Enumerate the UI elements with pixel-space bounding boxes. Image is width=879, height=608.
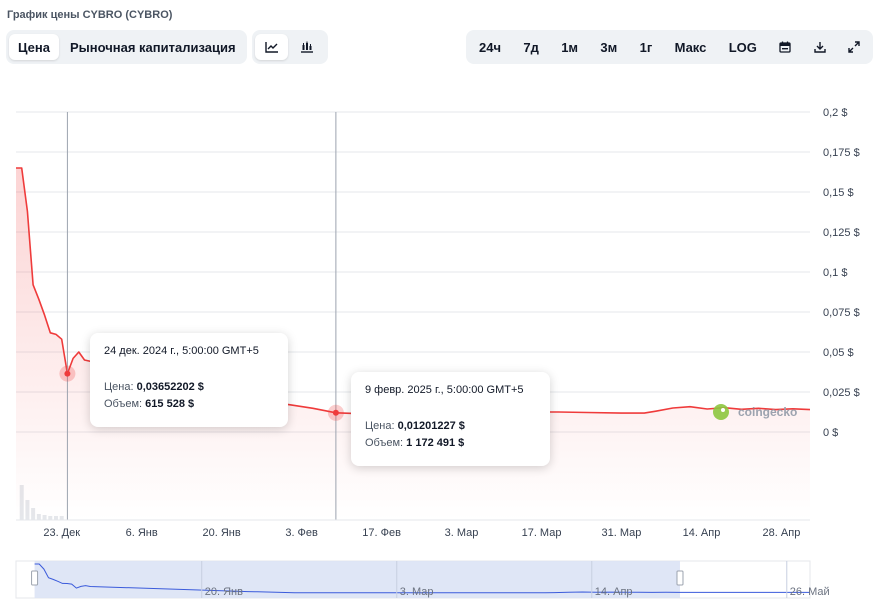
x-tick-label: 28. Апр — [763, 527, 801, 539]
price-tooltip: 9 февр. 2025 г., 5:00:00 GMT+5 Цена: 0,0… — [351, 372, 550, 466]
x-tick-label: 6. Янв — [126, 527, 158, 539]
hover-marker-dot — [332, 409, 339, 416]
navigator-label: 26. Май — [790, 586, 830, 598]
navigator-label: 3. Мар — [400, 586, 434, 598]
tooltip-date: 24 дек. 2024 г., 5:00:00 GMT+5 — [104, 345, 259, 357]
x-tick-label: 20. Янв — [203, 527, 241, 539]
navigator-handle[interactable] — [676, 570, 684, 586]
tooltip-price-value: 0,03652202 $ — [136, 381, 204, 393]
tooltip-date: 9 февр. 2025 г., 5:00:00 GMT+5 — [365, 384, 524, 396]
coingecko-watermark: coingecko — [713, 404, 797, 420]
x-tick-label: 3. Фев — [285, 527, 318, 539]
x-tick-label: 17. Фев — [362, 527, 401, 539]
price-tooltip: 24 дек. 2024 г., 5:00:00 GMT+5 Цена: 0,0… — [90, 333, 288, 427]
y-tick-label: 0,025 $ — [823, 387, 860, 399]
price-chart[interactable]: coingecko 0 $ 0,025 $ 0,05 $ 0,075 $ 0,1 $ 0,… — [0, 0, 879, 608]
y-axis-labels: 0 $ 0,025 $ 0,05 $ 0,075 $ 0,1 $ 0,125 $ 0,15 … — [823, 107, 860, 439]
y-tick-label: 0,05 $ — [823, 347, 854, 359]
x-tick-label: 14. Апр — [683, 527, 721, 539]
range-navigator[interactable]: 20. Янв 3. Мар 14. Апр 26. Май — [15, 560, 830, 599]
x-tick-label: 23. Дек — [43, 527, 80, 539]
navigator-handle[interactable] — [31, 570, 39, 586]
y-tick-label: 0,125 $ — [823, 227, 860, 239]
x-tick-label: 3. Мар — [445, 527, 479, 539]
y-tick-label: 0,2 $ — [823, 107, 847, 119]
tooltip-price-label: Цена: — [104, 381, 134, 393]
hover-marker-dot — [64, 370, 71, 377]
navigator-label: 14. Апр — [595, 586, 633, 598]
tooltip-volume-value: 615 528 $ — [145, 398, 195, 410]
y-tick-label: 0,15 $ — [823, 187, 854, 199]
coingecko-watermark-text: coingecko — [738, 405, 797, 419]
tooltip-volume-label: Объем: — [365, 437, 404, 449]
coingecko-logo-eye — [721, 408, 725, 412]
y-tick-label: 0,075 $ — [823, 307, 860, 319]
tooltip-volume-label: Объем: — [104, 398, 143, 410]
navigator-label: 20. Янв — [205, 586, 243, 598]
x-tick-label: 17. Мар — [522, 527, 562, 539]
tooltip-volume-value: 1 172 491 $ — [406, 437, 465, 449]
x-axis-labels: 23. Дек 6. Янв 20. Янв 3. Фев 17. Фев 3. Мар 1… — [16, 519, 810, 539]
coingecko-logo-icon — [713, 404, 729, 420]
y-tick-label: 0,1 $ — [823, 267, 847, 279]
y-tick-label: 0,175 $ — [823, 147, 860, 159]
tooltip-price-value: 0,01201227 $ — [397, 420, 465, 432]
y-tick-label: 0 $ — [823, 427, 838, 439]
tooltip-price-label: Цена: — [365, 420, 395, 432]
x-tick-label: 31. Мар — [602, 527, 642, 539]
